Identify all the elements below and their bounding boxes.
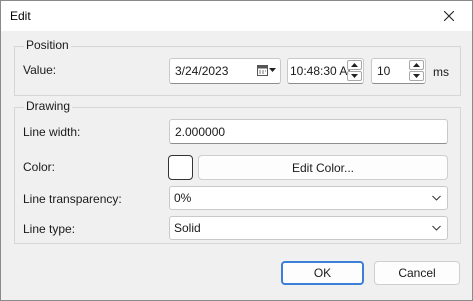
cancel-button[interactable]: Cancel xyxy=(374,261,460,285)
ok-button-label: OK xyxy=(313,266,332,280)
ms-unit-label: ms xyxy=(433,65,449,79)
window-title: Edit xyxy=(10,9,31,23)
time-field[interactable]: 10:48:30 AI xyxy=(287,58,364,84)
title-bar: Edit xyxy=(1,1,472,31)
color-label: Color: xyxy=(23,160,56,174)
line-transparency-value: 0% xyxy=(174,191,192,205)
ms-spinner[interactable] xyxy=(409,60,424,81)
arrow-down-icon xyxy=(413,74,420,78)
calendar-dropdown-button[interactable] xyxy=(257,65,276,76)
position-group-title: Position xyxy=(24,38,71,52)
arrow-up-icon xyxy=(413,63,420,67)
chevron-down-icon xyxy=(432,195,441,201)
edit-color-button-label: Edit Color... xyxy=(291,160,355,175)
time-value: 10:48:30 AI xyxy=(290,64,351,78)
value-label: Value: xyxy=(23,63,57,77)
line-width-value: 2.000000 xyxy=(175,124,226,139)
drawing-group-title: Drawing xyxy=(24,99,73,113)
cancel-button-label: Cancel xyxy=(398,266,436,280)
close-icon xyxy=(444,11,454,21)
date-value: 3/24/2023 xyxy=(175,64,229,78)
line-type-value: Solid xyxy=(174,221,201,235)
chevron-down-icon xyxy=(269,68,276,72)
drawing-group: Drawing Line width: 2.000000 Color: Edit… xyxy=(14,99,461,244)
color-swatch xyxy=(168,155,193,180)
line-type-select[interactable]: Solid xyxy=(169,216,448,240)
edit-color-button[interactable]: Edit Color... xyxy=(198,155,448,180)
time-spinner[interactable] xyxy=(347,60,362,81)
line-transparency-select[interactable]: 0% xyxy=(169,186,448,210)
ms-field[interactable]: 10 xyxy=(371,58,426,84)
calendar-icon xyxy=(257,65,268,76)
line-type-label: Line type: xyxy=(23,222,76,236)
ok-button[interactable]: OK xyxy=(281,261,364,285)
ms-up-button[interactable] xyxy=(409,60,424,70)
line-transparency-label: Line transparency: xyxy=(23,192,122,206)
time-up-button[interactable] xyxy=(347,60,362,70)
position-group: Position Value: 3/24/2023 10:48:30 AI 10… xyxy=(14,38,461,96)
line-width-input[interactable]: 2.000000 xyxy=(169,119,448,144)
chevron-down-icon xyxy=(432,225,441,231)
ms-down-button[interactable] xyxy=(409,71,424,81)
line-width-label: Line width: xyxy=(23,125,81,139)
edit-dialog: Edit Position Value: 3/24/2023 10:48:30 … xyxy=(0,0,473,301)
ms-value: 10 xyxy=(377,64,391,78)
arrow-up-icon xyxy=(351,63,358,67)
close-button[interactable] xyxy=(426,1,472,31)
arrow-down-icon xyxy=(351,74,358,78)
time-down-button[interactable] xyxy=(347,71,362,81)
date-picker[interactable]: 3/24/2023 xyxy=(169,58,281,84)
